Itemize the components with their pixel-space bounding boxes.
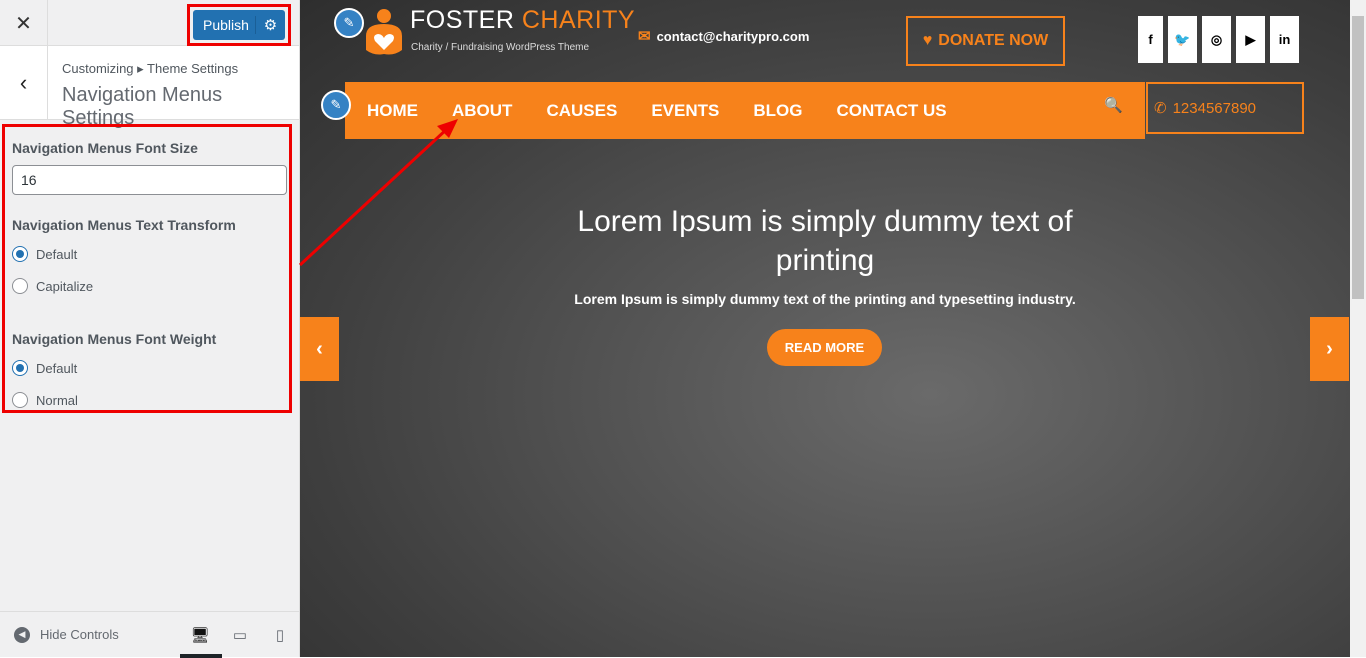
back-icon[interactable]: ‹ <box>0 46 48 119</box>
nav-events[interactable]: EVENTS <box>651 101 719 121</box>
facebook-icon[interactable]: f <box>1138 16 1163 63</box>
close-icon[interactable]: ✕ <box>0 0 48 46</box>
donate-label: DONATE NOW <box>938 32 1049 49</box>
radio-transform-default[interactable]: Default <box>12 245 282 263</box>
nav-about[interactable]: ABOUT <box>452 101 512 121</box>
radio-button[interactable] <box>12 360 28 376</box>
heart-icon: ♥ <box>922 32 933 49</box>
breadcrumb-theme-settings: Theme Settings <box>147 61 239 76</box>
breadcrumb: Customizing ▸ Theme Settings <box>62 61 239 76</box>
breadcrumb-customizing: Customizing <box>62 61 134 76</box>
logo-icon <box>366 9 402 55</box>
hero-subtitle: Lorem Ipsum is simply dummy text of the … <box>574 291 1076 307</box>
section-header: ‹ Customizing ▸ Theme Settings Navigatio… <box>0 46 299 129</box>
nav-home[interactable]: HOME <box>367 101 418 121</box>
customizer-footer: ◀ Hide Controls 🖥 ▭ ▯ <box>0 611 300 658</box>
radio-label: Default <box>36 246 78 262</box>
phone-icon: ✆ <box>1154 100 1167 117</box>
instagram-icon[interactable]: ◎ <box>1202 16 1231 63</box>
phone-text: 1234567890 <box>1172 99 1257 117</box>
customizer-sidebar: ✕ Publish ⚙ ‹ Customizing ▸ Theme Settin… <box>0 0 300 658</box>
radio-button[interactable] <box>12 392 28 408</box>
hide-controls-button[interactable]: ◀ Hide Controls <box>14 626 180 643</box>
site-tagline: Charity / Fundraising WordPress Theme <box>411 42 590 53</box>
text-transform-label: Navigation Menus Text Transform <box>12 217 236 233</box>
customizer-header: ✕ Publish ⚙ <box>0 0 299 46</box>
radio-weight-normal[interactable]: Normal <box>12 391 282 409</box>
slider-prev-icon[interactable]: ‹ <box>300 317 339 381</box>
donate-button[interactable]: ♥ DONATE NOW <box>906 16 1065 66</box>
mobile-preview-icon[interactable]: ▯ <box>260 612 300 658</box>
search-icon[interactable]: 🔍 <box>1104 96 1123 114</box>
hero-title: Lorem Ipsum is simply dummy text of prin… <box>577 205 1073 277</box>
radio-weight-default[interactable]: Default <box>12 359 282 377</box>
social-links: f 🐦 ◎ ▶ in <box>1138 16 1299 63</box>
collapse-icon: ◀ <box>14 626 30 643</box>
radio-label: Normal <box>36 392 78 408</box>
desktop-preview-icon[interactable]: 🖥 <box>180 612 222 658</box>
envelope-icon: ✉ <box>638 28 651 45</box>
site-preview: ✎ FOSTER CHARITY Charity / Fundraising W… <box>300 0 1350 657</box>
contact-email[interactable]: ✉ contact@charitypro.com <box>638 27 809 45</box>
radio-button[interactable] <box>12 246 28 262</box>
font-size-input[interactable]: 16 <box>12 165 287 195</box>
edit-menu-icon[interactable]: ✎ <box>321 90 351 120</box>
scrollbar-thumb[interactable] <box>1352 16 1364 299</box>
logo-word: CHARITY <box>521 6 636 34</box>
font-size-label: Navigation Menus Font Size <box>12 140 198 156</box>
twitter-icon[interactable]: 🐦 <box>1168 16 1197 63</box>
nav-causes[interactable]: CAUSES <box>546 101 617 121</box>
radio-label: Default <box>36 360 78 376</box>
nav-contact-us[interactable]: CONTACT US <box>836 101 946 121</box>
font-weight-label: Navigation Menus Font Weight <box>12 331 217 347</box>
gear-icon[interactable]: ⚙ <box>255 16 285 34</box>
linkedin-icon[interactable]: in <box>1270 16 1299 63</box>
hide-controls-label: Hide Controls <box>40 627 119 642</box>
publish-label: Publish <box>203 17 249 33</box>
phone-number[interactable]: ✆ 1234567890 <box>1146 82 1304 134</box>
edit-logo-icon[interactable]: ✎ <box>334 8 364 38</box>
tablet-preview-icon[interactable]: ▭ <box>220 612 260 658</box>
radio-label: Capitalize <box>36 278 94 294</box>
site-logo-text[interactable]: FOSTER CHARITY <box>410 6 635 35</box>
email-text: contact@charitypro.com <box>656 28 810 44</box>
radio-button[interactable] <box>12 278 28 294</box>
nav-blog[interactable]: BLOG <box>753 101 802 121</box>
main-navigation: HOME ABOUT CAUSES EVENTS BLOG CONTACT US… <box>345 82 1145 139</box>
preview-scrollbar[interactable] <box>1350 0 1366 657</box>
slider-next-icon[interactable]: › <box>1310 317 1349 381</box>
publish-highlight: Publish ⚙ <box>187 4 291 46</box>
read-more-button[interactable]: READ MORE <box>767 329 882 366</box>
youtube-icon[interactable]: ▶ <box>1236 16 1265 63</box>
radio-transform-capitalize[interactable]: Capitalize <box>12 277 282 295</box>
publish-button[interactable]: Publish ⚙ <box>193 10 285 40</box>
settings-panel: Navigation Menus Font Size 16 Navigation… <box>2 124 292 413</box>
logo-word: FOSTER <box>410 6 515 34</box>
